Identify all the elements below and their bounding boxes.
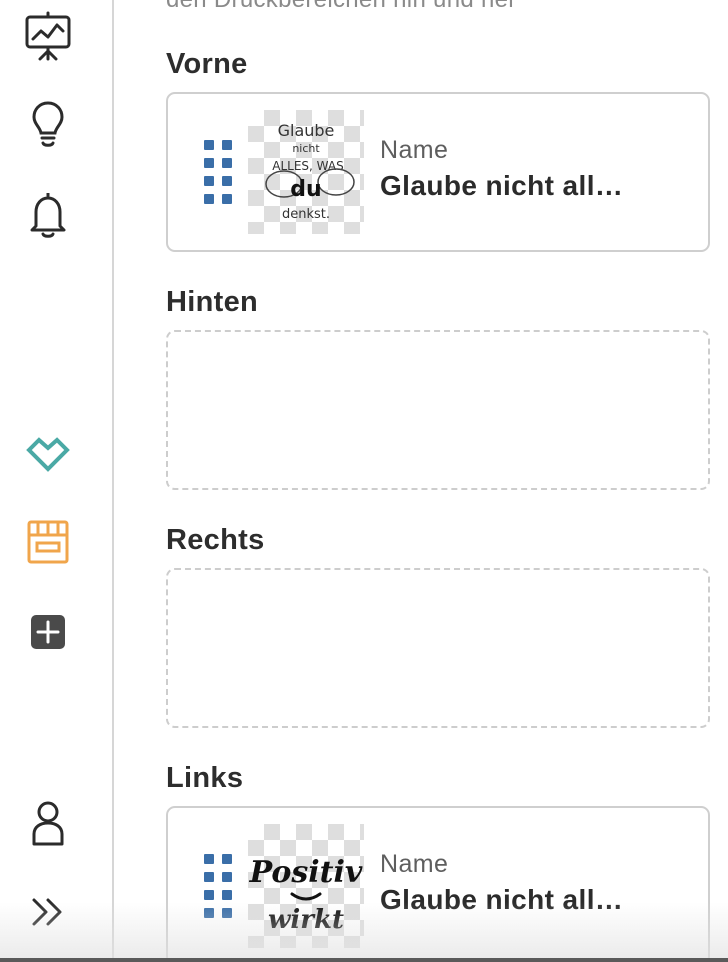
print-area-hinten-dropzone[interactable] [166,330,710,490]
bell-icon[interactable] [24,190,72,238]
section-title-hinten: Hinten [166,286,259,318]
user-icon[interactable] [24,800,72,848]
expand-chevrons-icon[interactable] [24,888,72,936]
thumb-text-line: Positiv [249,855,363,890]
drag-handle[interactable] [204,140,234,206]
print-area-vorne[interactable]: Glaube nicht ALLES, WAS du denkst. Name … [166,92,710,252]
motif-name-value: Glaube nicht all… [380,884,624,915]
thumb-text-line: du [290,177,321,202]
window-bottom-edge [0,958,728,962]
lightbulb-icon[interactable] [24,100,72,148]
add-square-icon[interactable] [24,608,72,656]
motif-name-label: Name [380,850,449,878]
motif-name-value: Glaube nicht all… [380,170,624,201]
thumb-text-line: denkst. [282,207,330,222]
section-title-vorne: Vorne [166,48,248,80]
motif-thumbnail: Positiv wirkt [248,824,364,948]
section-title-links: Links [166,762,244,794]
thumb-text-line: wirkt [268,905,344,935]
motif-name-label: Name [380,136,449,164]
sidebar [0,0,114,962]
shop-icon[interactable] [24,518,72,566]
drag-handle[interactable] [204,854,234,920]
print-areas-panel: den Druckbereichen hin und her Vorne Gla… [116,0,728,962]
heart-outline-icon[interactable] [24,430,72,478]
thumb-text-line: Glaube [278,121,335,140]
motif-thumbnail: Glaube nicht ALLES, WAS du denkst. [248,110,364,234]
section-title-rechts: Rechts [166,524,265,556]
print-area-rechts-dropzone[interactable] [166,568,710,728]
print-area-links[interactable]: Positiv wirkt Name Glaube nicht all… [166,806,710,962]
presentation-chart-icon[interactable] [24,11,72,61]
thumb-text-line: nicht [292,142,320,155]
instruction-text: den Druckbereichen hin und her [166,0,517,14]
